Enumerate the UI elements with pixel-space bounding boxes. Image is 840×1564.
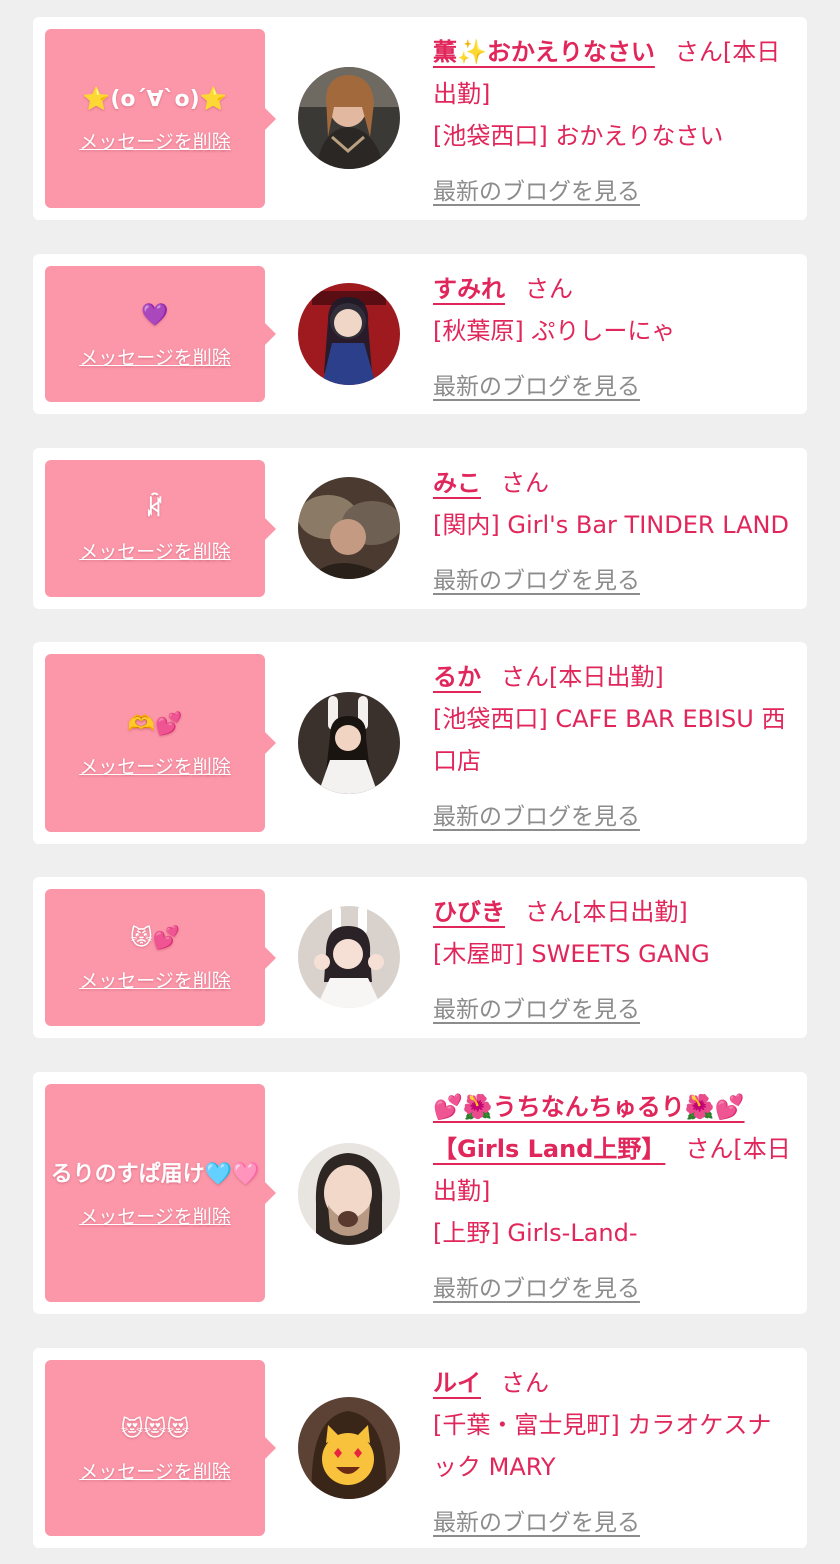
message-bubble: 🫶💕 メッセージを削除	[45, 654, 276, 832]
cast-name-link[interactable]: ひびき	[433, 898, 505, 926]
shop-name: [関内] Girl's Bar TINDER LAND	[433, 511, 789, 539]
delete-message-link[interactable]: メッセージを削除	[79, 537, 231, 564]
cast-name-link[interactable]: すみれ	[433, 275, 505, 303]
blog-link[interactable]: 最新のブログを見る	[433, 560, 640, 602]
message-card: るりのすぱ届け🩵🩷 メッセージを削除 💕🌺うちなんちゅるり🌺💕【Girls La…	[33, 1072, 807, 1314]
message-text: るりのすぱ届け🩵🩷	[50, 1161, 260, 1187]
cast-info: るか さん[本日出勤] [池袋西口] CAFE BAR EBISU 西口店 最新の…	[433, 656, 795, 838]
avatar[interactable]	[298, 1143, 400, 1245]
avatar[interactable]	[298, 906, 400, 1008]
shop-name: [秋葉原] ぷりしーにゃ	[433, 317, 676, 345]
avatar[interactable]	[298, 67, 400, 169]
blog-link[interactable]: 最新のブログを見る	[433, 1502, 640, 1544]
blog-link[interactable]: 最新のブログを見る	[433, 796, 640, 838]
message-card: 🫶💕 メッセージを削除 るか さん[本日出勤] [池袋西口] CAFE BAR E…	[33, 642, 807, 844]
message-text: 💜	[141, 302, 169, 328]
message-text: 🫶💕	[127, 711, 183, 737]
shop-name: [池袋西口] おかえりなさい	[433, 122, 724, 150]
cast-info: 薫✨おかえりなさい さん[本日出勤] [池袋西口] おかえりなさい 最新のブログを…	[433, 31, 795, 213]
message-bubble: 😾💕 メッセージを削除	[45, 889, 276, 1026]
cast-suffix: さん[本日出勤]	[525, 898, 688, 926]
cast-info: ひびき さん[本日出勤] [木屋町] SWEETS GANG 最新のブログを見る	[433, 891, 795, 1031]
blog-link[interactable]: 最新のブログを見る	[433, 366, 640, 408]
message-bubble: 💜 メッセージを削除	[45, 266, 276, 402]
message-card: 😻😻😻 メッセージを削除 ルイ さん [千葉・富士見町] カラオケスナック MAR…	[33, 1348, 807, 1548]
cast-info: すみれ さん [秋葉原] ぷりしーにゃ 最新のブログを見る	[433, 268, 795, 408]
delete-message-link[interactable]: メッセージを削除	[79, 966, 231, 993]
message-bubble: ⭐(o´∀`o)⭐ メッセージを削除	[45, 29, 276, 208]
cast-suffix: さん	[501, 1369, 549, 1397]
cast-name-link[interactable]: 薫✨おかえりなさい	[433, 38, 655, 66]
cast-suffix: さん	[501, 469, 549, 497]
blog-link[interactable]: 最新のブログを見る	[433, 1268, 640, 1310]
shop-name: [木屋町] SWEETS GANG	[433, 940, 710, 968]
avatar[interactable]	[298, 477, 400, 579]
message-card: ⭐(o´∀`o)⭐ メッセージを削除 薫✨おかえりなさい さん[本日出勤] [池袋…	[33, 17, 807, 220]
message-text: 😻😻😻	[120, 1416, 190, 1442]
delete-message-link[interactable]: メッセージを削除	[79, 1457, 231, 1484]
avatar[interactable]	[298, 1397, 400, 1499]
delete-message-link[interactable]: メッセージを削除	[79, 343, 231, 370]
shop-name: [上野] Girls-Land-	[433, 1219, 638, 1247]
message-bubble: 😻😻😻 メッセージを削除	[45, 1360, 276, 1536]
cast-info: ルイ さん [千葉・富士見町] カラオケスナック MARY 最新のブログを見る	[433, 1362, 795, 1544]
shop-name: [千葉・富士見町] カラオケスナック MARY	[433, 1411, 772, 1481]
delete-message-link[interactable]: メッセージを削除	[79, 1202, 231, 1229]
cast-info: 💕🌺うちなんちゅるり🌺💕【Girls Land上野】 さん[本日出勤] [上野] …	[433, 1086, 795, 1310]
cast-info: みこ さん [関内] Girl's Bar TINDER LAND 最新のブログを…	[433, 462, 795, 602]
shop-name: [池袋西口] CAFE BAR EBISU 西口店	[433, 705, 786, 775]
cast-name-link[interactable]: みこ	[433, 469, 481, 497]
avatar[interactable]	[298, 283, 400, 385]
message-text: ꊜ	[146, 497, 164, 522]
avatar[interactable]	[298, 692, 400, 794]
message-text: ⭐(o´∀`o)⭐	[82, 87, 228, 112]
cast-name-link[interactable]: るか	[433, 663, 481, 691]
message-card: 💜 メッセージを削除 すみれ さん [秋葉原] ぷりしーにゃ 最新のブログを見る	[33, 254, 807, 414]
delete-message-link[interactable]: メッセージを削除	[79, 127, 231, 154]
message-bubble: るりのすぱ届け🩵🩷 メッセージを削除	[45, 1084, 276, 1302]
message-card: 😾💕 メッセージを削除 ひびき さん[本日出勤] [木屋町] SWEETS GAN…	[33, 877, 807, 1038]
blog-link[interactable]: 最新のブログを見る	[433, 171, 640, 213]
cast-suffix: さん	[525, 275, 573, 303]
cast-suffix: さん[本日出勤]	[501, 663, 664, 691]
blog-link[interactable]: 最新のブログを見る	[433, 989, 640, 1031]
message-text: 😾💕	[129, 926, 181, 951]
delete-message-link[interactable]: メッセージを削除	[79, 752, 231, 779]
message-card: ꊜ メッセージを削除 みこ さん [関内] Girl's Bar TINDER L…	[33, 448, 807, 609]
cast-name-link[interactable]: ルイ	[433, 1369, 481, 1397]
message-bubble: ꊜ メッセージを削除	[45, 460, 276, 597]
